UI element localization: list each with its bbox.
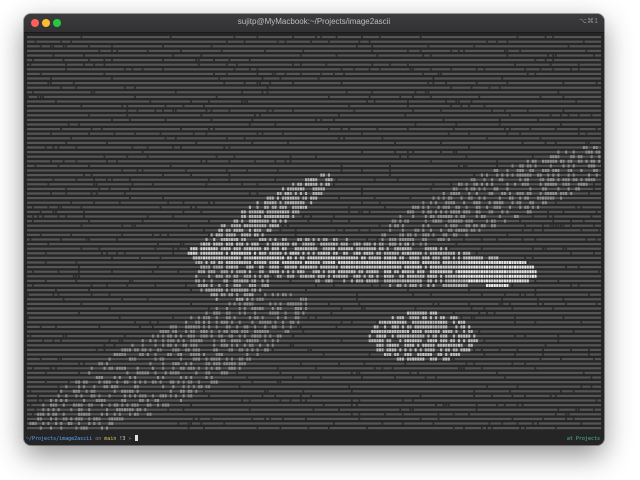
terminal-output-area[interactable]: ~/Projects/image2ascii on main !3 › at P…	[24, 33, 604, 445]
window-shortcut-label: ⌥⌘1	[579, 18, 598, 25]
shell-prompt[interactable]: ~/Projects/image2ascii on main !3 ›	[26, 435, 139, 443]
terminal-window: sujitp@MyMacbook:~/Projects/image2ascii …	[24, 14, 604, 445]
prompt-path: ~/Projects/image2ascii	[26, 436, 93, 442]
prompt-symbol: ›	[128, 436, 132, 442]
prompt-branch-separator: on	[95, 436, 102, 442]
title-bar[interactable]: sujitp@MyMacbook:~/Projects/image2ascii …	[24, 14, 604, 33]
prompt-git-status: !3	[119, 436, 126, 442]
text-cursor	[135, 435, 139, 441]
window-title: sujitp@MyMacbook:~/Projects/image2ascii	[237, 17, 391, 26]
right-prompt: at Projects	[566, 436, 600, 442]
prompt-git-branch: main	[104, 436, 117, 442]
ascii-art-output	[27, 36, 601, 430]
